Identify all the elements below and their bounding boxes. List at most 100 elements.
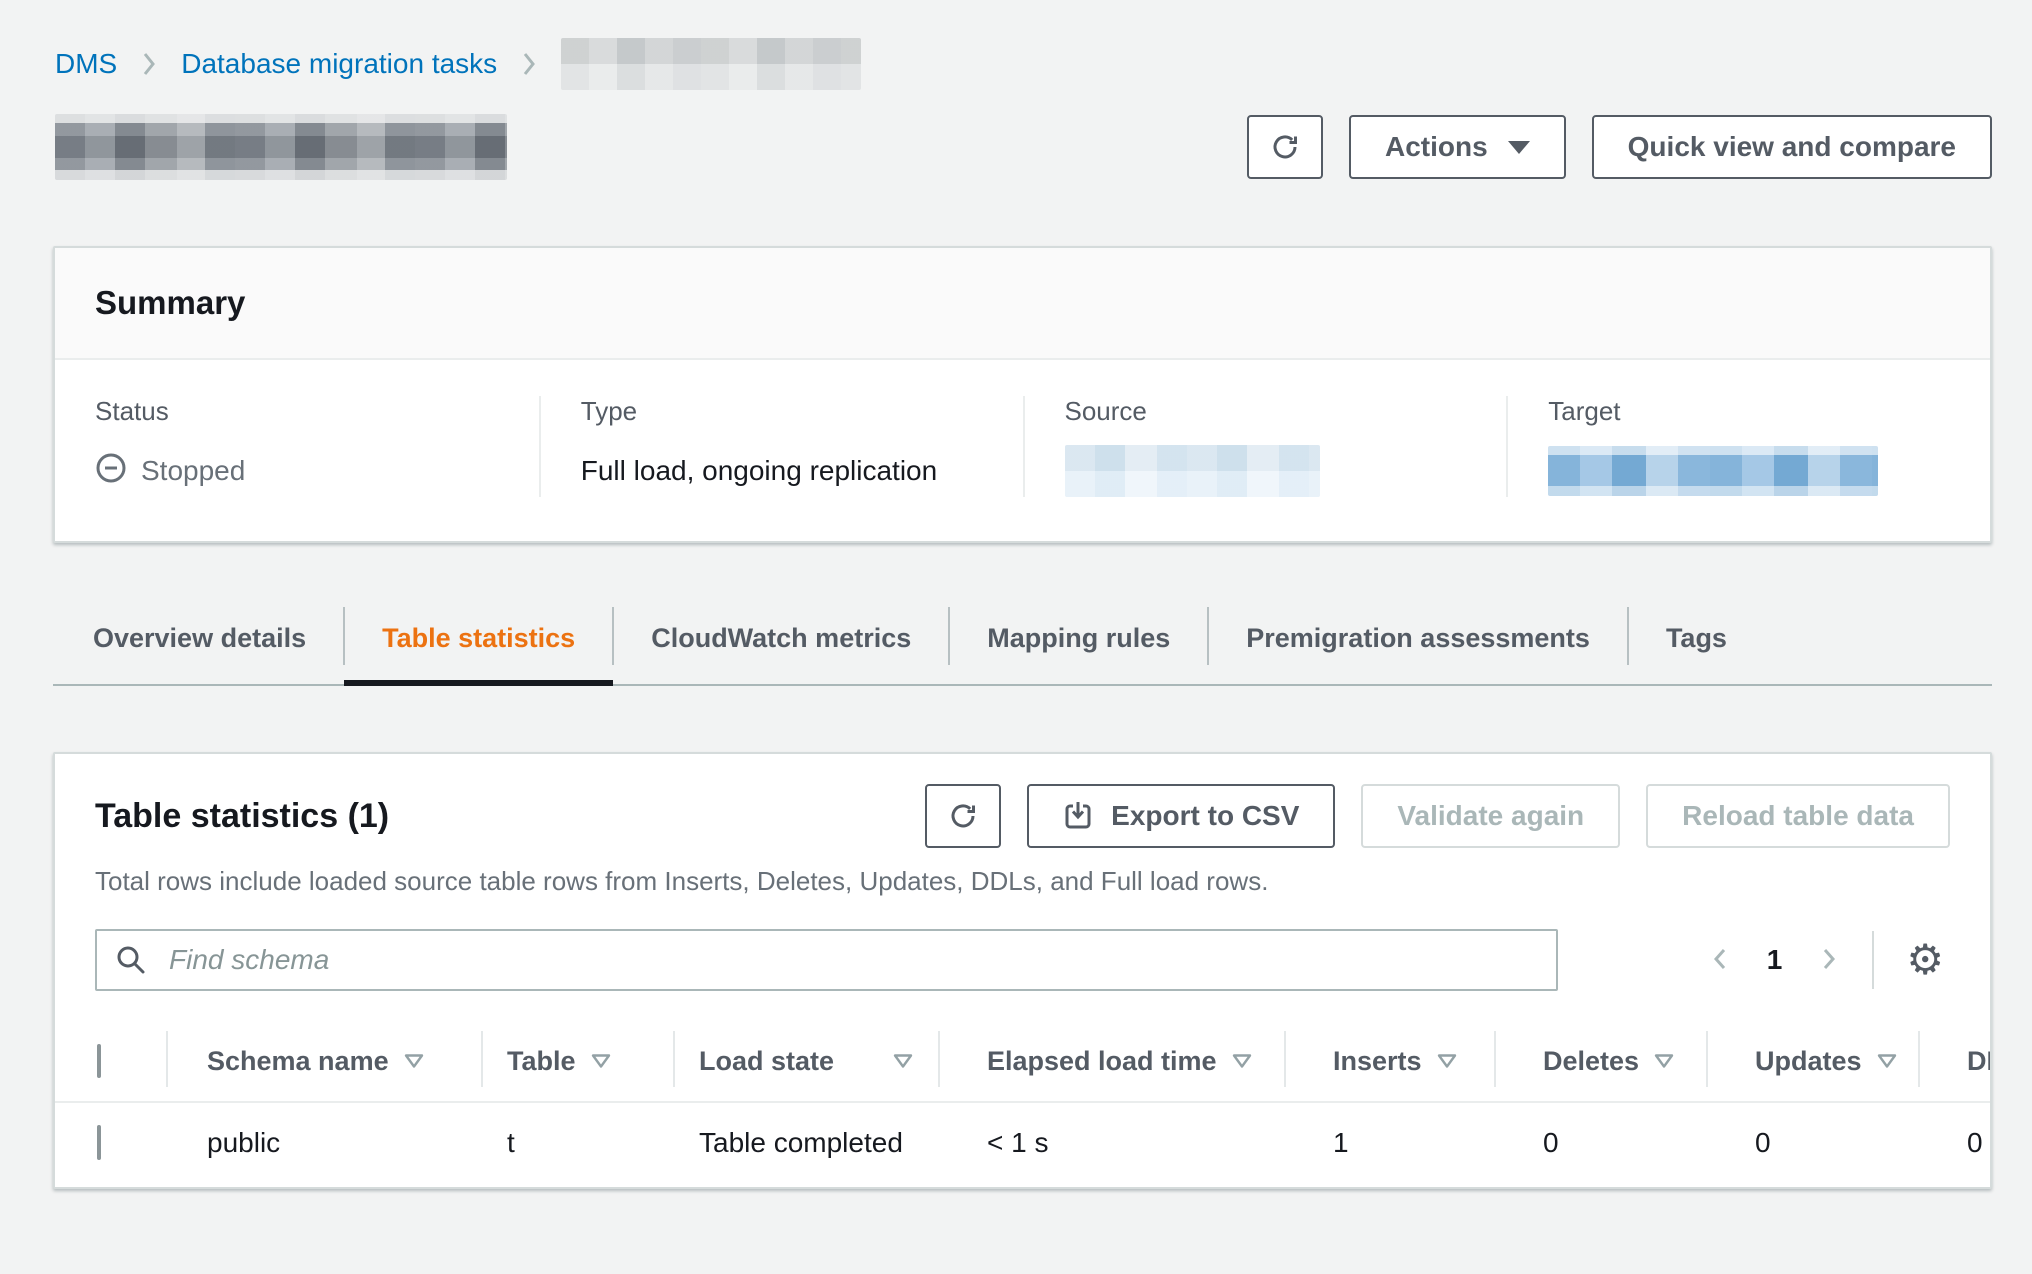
column-label: Inserts [1333,1046,1422,1076]
row-checkbox[interactable] [97,1125,101,1160]
column-header-deletes[interactable]: Deletes [1495,1025,1707,1102]
refresh-button[interactable] [1247,115,1323,179]
find-schema-input[interactable] [95,929,1558,991]
summary-card-header: Summary [55,248,1990,360]
cell-elapsed-load-time: < 1 s [939,1102,1285,1187]
toolbar-divider [1872,931,1874,989]
target-value [1548,445,1950,497]
column-header-elapsed-load-time[interactable]: Elapsed load time [939,1025,1285,1102]
table-statistics-title: Table statistics (1) [95,797,389,836]
stopped-status-icon [95,452,127,491]
export-label: Export to CSV [1111,800,1299,832]
tab-overview-details[interactable]: Overview details [53,605,344,684]
task-detail-tabs: Overview details Table statistics CloudW… [53,605,1992,686]
reload-label: Reload table data [1682,800,1914,832]
summary-title: Summary [95,284,245,322]
tab-premigration-assessments[interactable]: Premigration assessments [1208,605,1628,684]
table-row: public t Table completed < 1 s 1 0 0 0 [55,1102,1992,1187]
chevron-right-icon [141,51,157,77]
cell-load-state: Table completed [674,1102,939,1187]
type-label: Type [581,396,983,427]
source-label: Source [1065,396,1467,427]
status-value: Stopped [95,445,499,497]
refresh-table-button[interactable] [925,784,1001,848]
page-number[interactable]: 1 [1741,944,1809,976]
column-header-load-state[interactable]: Load state [674,1025,939,1102]
tab-table-statistics[interactable]: Table statistics [344,605,613,684]
chevron-left-icon [1709,944,1731,977]
pagination: 1 ⚙ [1699,931,1950,989]
tab-mapping-rules[interactable]: Mapping rules [949,605,1208,684]
tab-tags[interactable]: Tags [1628,605,1765,684]
table-statistics-buttons: Export to CSV Validate again Reload tabl… [925,784,1950,848]
sort-icon [403,1045,425,1076]
breadcrumb-link-tasks[interactable]: Database migration tasks [181,48,497,80]
table-statistics-card: Table statistics (1) Export to CSV Valid… [53,752,1992,1189]
redacted-page-title [55,114,507,180]
status-label: Status [95,396,499,427]
next-page-button[interactable] [1808,944,1850,977]
sort-icon [1653,1045,1675,1076]
redacted-source-endpoint [1065,445,1320,497]
column-label: Load state [699,1046,834,1076]
column-header-updates[interactable]: Updates [1707,1025,1919,1102]
export-to-csv-button[interactable]: Export to CSV [1027,784,1335,848]
select-all-checkbox[interactable] [97,1044,101,1078]
summary-col-source: Source [1023,396,1507,497]
sort-icon [1876,1045,1898,1076]
header-button-group: Actions Quick view and compare [1247,115,1992,179]
column-header-inserts[interactable]: Inserts [1285,1025,1495,1102]
cell-table: t [482,1102,674,1187]
column-label: Table [507,1046,576,1076]
sort-icon [590,1045,612,1076]
cell-schema-name: public [167,1102,482,1187]
column-header-ddls[interactable]: DDLs [1919,1025,1992,1102]
select-all-header[interactable] [55,1025,167,1102]
sort-icon [1436,1045,1458,1076]
quick-view-label: Quick view and compare [1628,131,1956,163]
status-text: Stopped [141,455,245,487]
actions-label: Actions [1385,131,1488,163]
quick-view-compare-button[interactable]: Quick view and compare [1592,115,1992,179]
table-statistics-header: Table statistics (1) Export to CSV Valid… [55,784,1990,848]
target-label: Target [1548,396,1950,427]
previous-page-button[interactable] [1699,944,1741,977]
table-toolbar: 1 ⚙ [95,929,1950,991]
cell-deletes: 0 [1495,1102,1707,1187]
cell-ddls: 0 [1919,1102,1992,1187]
column-header-schema-name[interactable]: Schema name [167,1025,482,1102]
cell-inserts: 1 [1285,1102,1495,1187]
column-label: Deletes [1543,1046,1639,1076]
refresh-icon [948,801,978,831]
caret-down-icon [1508,141,1530,154]
summary-col-target: Target [1506,396,1990,497]
summary-card: Summary Status Stopped Type Full load, o… [53,246,1992,543]
validate-label: Validate again [1397,800,1584,832]
table-settings-button[interactable]: ⚙ [1900,939,1950,981]
breadcrumb-link-dms[interactable]: DMS [55,48,117,80]
sort-icon [892,1045,914,1076]
sort-icon [1231,1045,1253,1076]
column-label: Elapsed load time [987,1046,1217,1076]
dms-task-page: { "breadcrumb": { "dms": "DMS", "tasks":… [0,0,2032,1274]
actions-dropdown-button[interactable]: Actions [1349,115,1566,179]
gear-icon: ⚙ [1906,935,1944,984]
reload-table-data-button[interactable]: Reload table data [1646,784,1950,848]
table-statistics-table: Schema name Table Load state Elapsed loa… [55,1025,1992,1187]
validate-again-button[interactable]: Validate again [1361,784,1620,848]
column-header-table[interactable]: Table [482,1025,674,1102]
redacted-breadcrumb-task-name [561,38,861,90]
redacted-target-endpoint [1548,446,1878,496]
refresh-icon [1270,132,1300,162]
row-select-cell[interactable] [55,1102,167,1187]
tab-cloudwatch-metrics[interactable]: CloudWatch metrics [613,605,949,684]
chevron-right-icon [1818,944,1840,977]
summary-fields: Status Stopped Type Full load, ongoing r… [55,360,1990,541]
schema-search [95,929,1558,991]
source-value [1065,445,1467,497]
table-header-row: Schema name Table Load state Elapsed loa… [55,1025,1992,1102]
page-header: Actions Quick view and compare [55,114,1992,180]
column-label: Schema name [207,1046,389,1076]
column-label: DDLs [1967,1046,1992,1076]
table-statistics-description: Total rows include loaded source table r… [55,848,1990,897]
